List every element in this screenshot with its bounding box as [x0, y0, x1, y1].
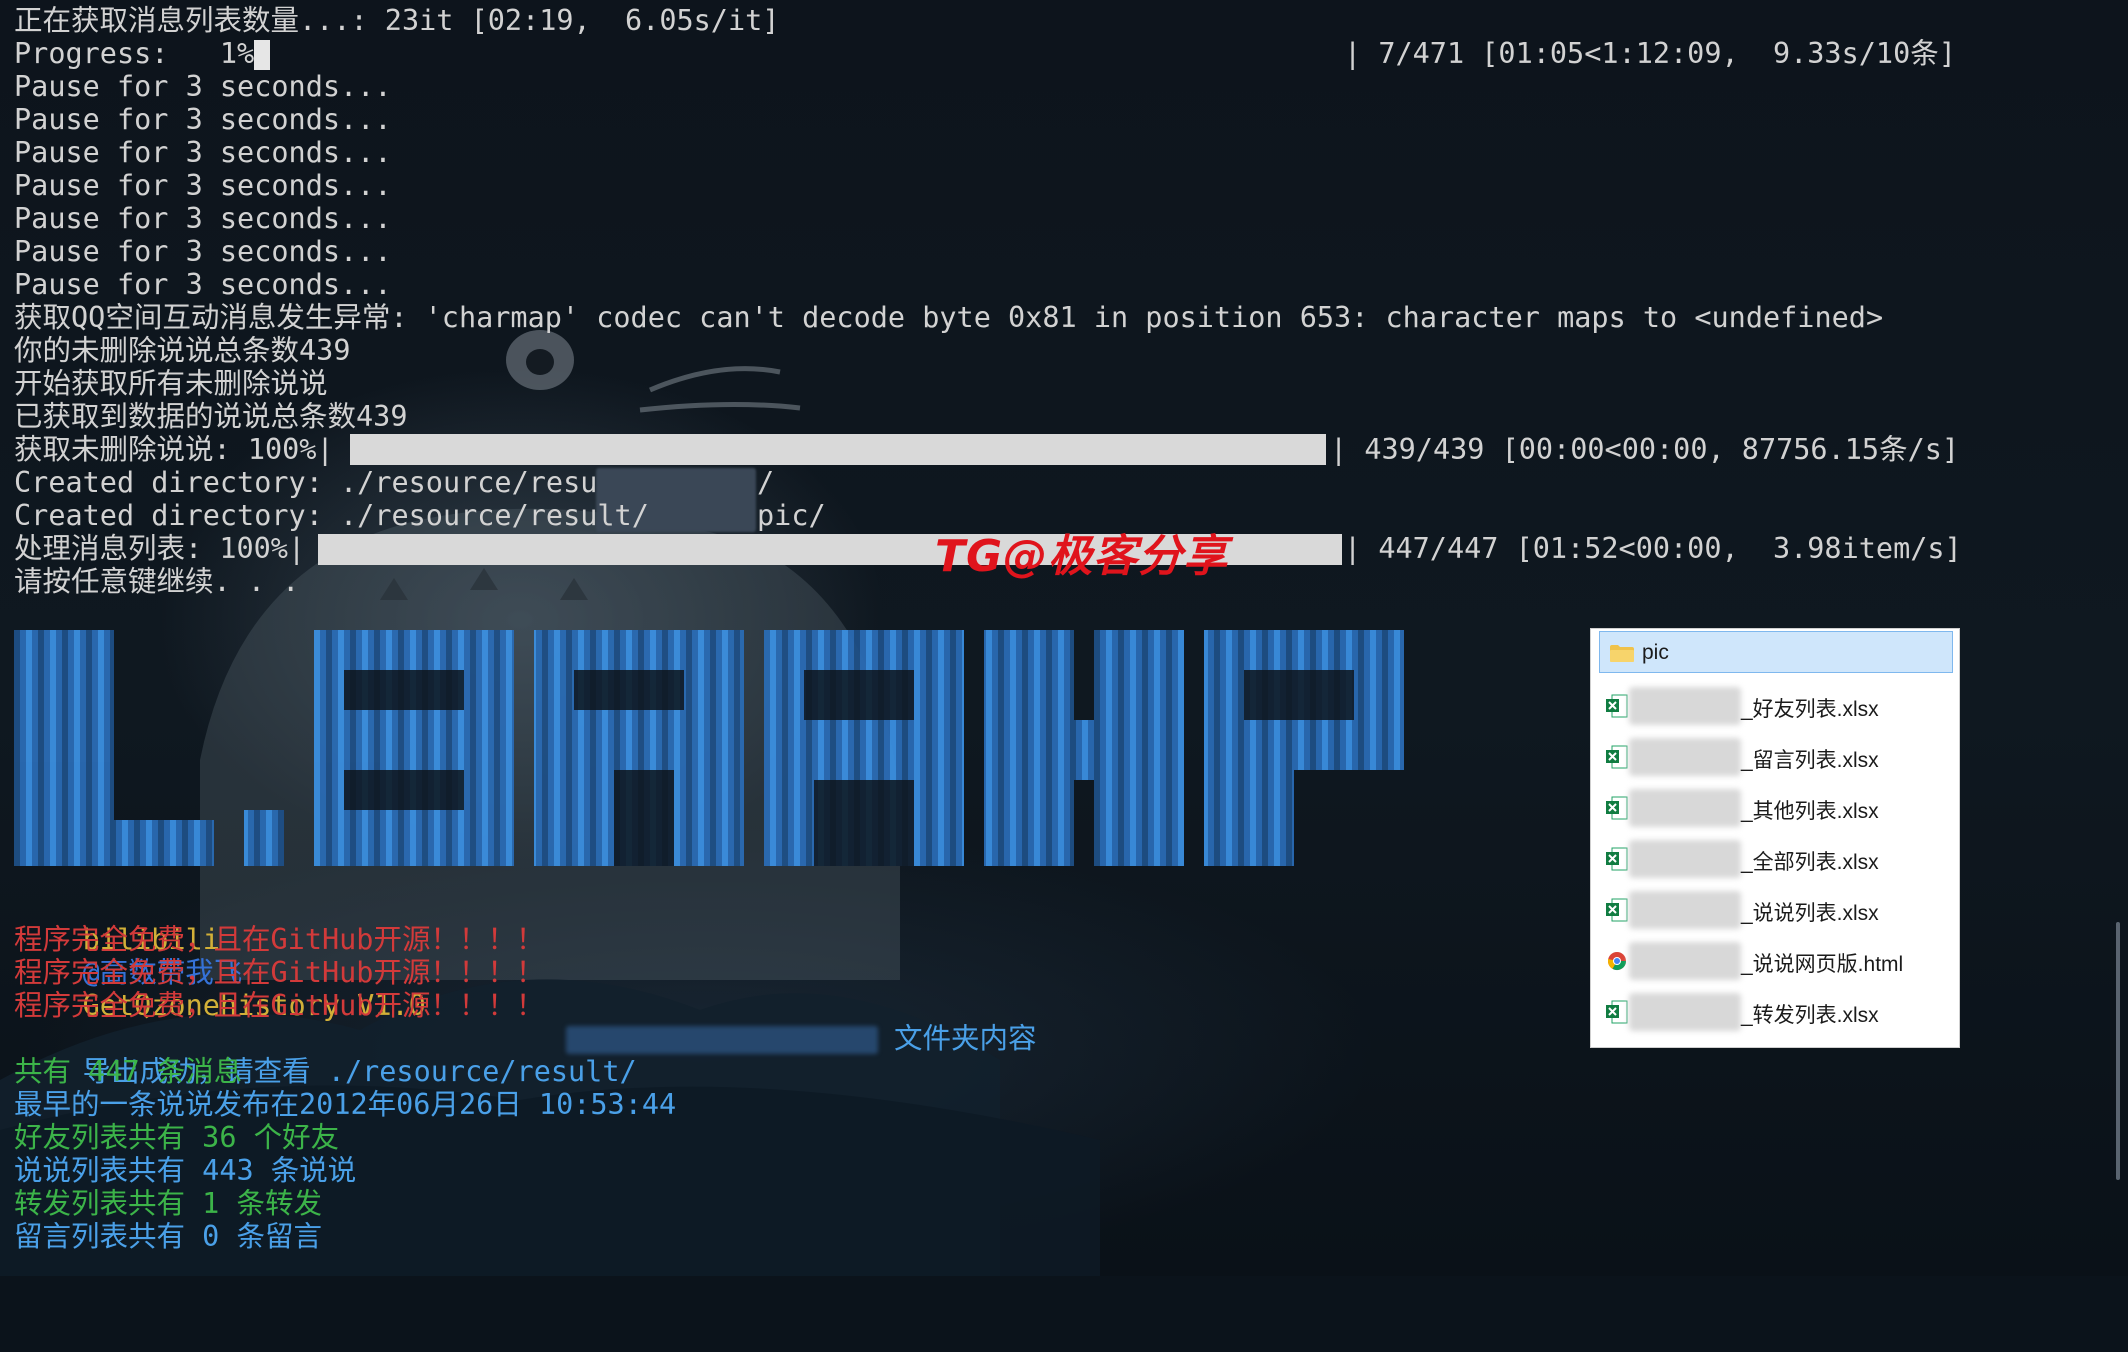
pause-line: Pause for 3 seconds...	[14, 202, 392, 235]
free-notice: 程序完全免费，且在GitHub开源！！！！	[14, 956, 545, 989]
export-suffix: 文件夹内容	[894, 1022, 1037, 1055]
file-name: _其他列表.xlsx	[1741, 800, 1879, 823]
progress-bar-fill	[254, 40, 270, 70]
ascii-banner-logo	[14, 630, 1404, 866]
folder-label: pic	[1642, 641, 1669, 664]
excel-icon	[1606, 694, 1628, 718]
excel-icon	[1606, 898, 1628, 922]
redacted-filename	[1629, 891, 1741, 929]
total-count-line: 你的未删除说说总条数439	[14, 334, 351, 367]
created-directory-suffix: /	[757, 466, 775, 499]
friends-count: 好友列表共有 36 个好友	[14, 1121, 340, 1154]
pause-line: Pause for 3 seconds...	[14, 103, 392, 136]
press-any-key-line: 请按任意键继续. . .	[14, 565, 300, 598]
messages-progress-label: 处理消息列表: 100%|	[14, 532, 306, 565]
redacted-filename	[1629, 840, 1741, 878]
redacted-filename	[1629, 789, 1741, 827]
pause-line: Pause for 3 seconds...	[14, 70, 392, 103]
start-fetch-line: 开始获取所有未删除说说	[14, 367, 328, 400]
excel-icon	[1606, 745, 1628, 769]
pause-line: Pause for 3 seconds...	[14, 235, 392, 268]
file-item[interactable]: _转发列表.xlsx	[1599, 987, 1953, 1037]
file-list-panel: pic _好友列表.xlsx _留言列表.xlsx _其他列表.xlsx _全部…	[1590, 628, 1960, 1048]
excel-icon	[1606, 1000, 1628, 1024]
free-notice: 程序完全免费，且在GitHub开源！！！！	[14, 923, 545, 956]
redacted-filename	[1629, 687, 1741, 725]
pause-line: Pause for 3 seconds...	[14, 136, 392, 169]
messages-progress-stats: | 447/447 [01:52<00:00, 3.98item/s]	[1344, 532, 1962, 565]
pause-line: Pause for 3 seconds...	[14, 169, 392, 202]
file-item[interactable]: _说说网页版.html	[1599, 936, 1953, 986]
file-name: _转发列表.xlsx	[1741, 1004, 1879, 1027]
created-directory-suffix: pic/	[757, 499, 826, 532]
status-line: 正在获取消息列表数量...: 23it [02:19, 6.05s/it]	[14, 4, 780, 37]
progress-stats: | 7/471 [01:05<1:12:09, 9.33s/10条]	[1344, 37, 1956, 70]
fetched-count-line: 已获取到数据的说说总条数439	[14, 400, 408, 433]
excel-icon	[1606, 796, 1628, 820]
comments-count: 留言列表共有 0 条留言	[14, 1220, 322, 1253]
error-line: 获取QQ空间互动消息发生异常: 'charmap' codec can't de…	[14, 301, 1884, 334]
redacted-filename	[1629, 993, 1741, 1031]
created-directory-line: Created directory: ./resource/result/	[14, 466, 649, 499]
excel-icon	[1606, 847, 1628, 871]
file-item[interactable]: _说说列表.xlsx	[1599, 885, 1953, 935]
earliest-post: 最早的一条说说发布在2012年06月26日 10:53:44	[14, 1088, 677, 1121]
file-name: _说说列表.xlsx	[1741, 902, 1879, 925]
file-item[interactable]: _留言列表.xlsx	[1599, 732, 1953, 782]
redacted-filename	[1629, 738, 1741, 776]
chrome-icon	[1608, 952, 1626, 971]
file-name: _全部列表.xlsx	[1741, 851, 1879, 874]
posts-count: 说说列表共有 443 条说说	[14, 1154, 357, 1187]
total-messages: 共有 447 条消息	[14, 1055, 243, 1088]
file-item[interactable]: _全部列表.xlsx	[1599, 834, 1953, 884]
forwards-count: 转发列表共有 1 条转发	[14, 1187, 322, 1220]
export-success-line: 导出成功，请查看 ./resource/result/	[14, 1022, 637, 1088]
created-directory-line: Created directory: ./resource/result/	[14, 499, 649, 532]
redacted-text	[566, 1026, 878, 1054]
file-item[interactable]: _其他列表.xlsx	[1599, 783, 1953, 833]
file-item[interactable]: _好友列表.xlsx	[1599, 681, 1953, 731]
progress-line: Progress: 1%|	[14, 37, 272, 70]
folder-item-pic[interactable]: pic	[1599, 631, 1953, 673]
shuoshuo-progress-bar	[350, 434, 1326, 465]
folder-icon	[1610, 645, 1634, 662]
file-name: _好友列表.xlsx	[1741, 698, 1879, 721]
pause-line: Pause for 3 seconds...	[14, 268, 392, 301]
redacted-filename	[1629, 942, 1741, 980]
terminal-scrollbar[interactable]	[2116, 922, 2120, 1180]
file-name: _说说网页版.html	[1741, 953, 1904, 976]
shuoshuo-progress-stats: | 439/439 [00:00<00:00, 87756.15条/s]	[1330, 433, 1960, 466]
summary-output: bilibili @高数带我飞 GetQzonehistory V1.0 程序完…	[14, 890, 1037, 1352]
free-notice: 程序完全免费，且在GitHub开源！！！！	[14, 989, 545, 1022]
shuoshuo-progress-label: 获取未删除说说: 100%|	[14, 433, 334, 466]
watermark-text: TG@极客分享	[935, 531, 1229, 582]
file-name: _留言列表.xlsx	[1741, 749, 1879, 772]
